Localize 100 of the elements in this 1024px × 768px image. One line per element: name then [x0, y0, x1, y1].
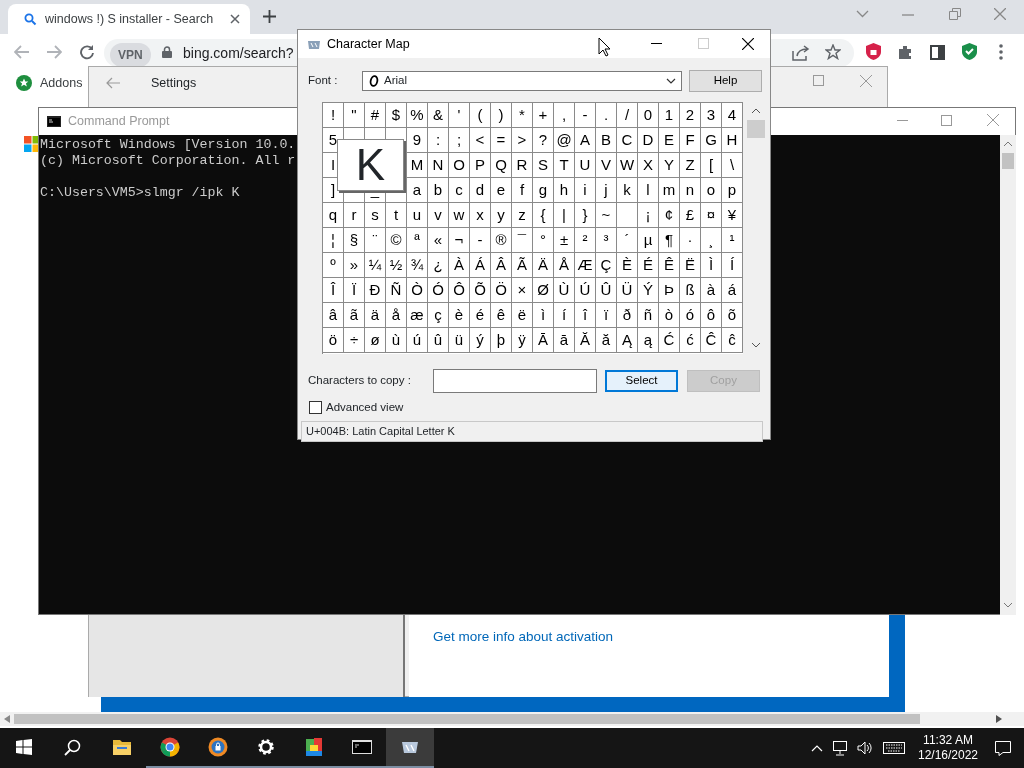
dialog-button[interactable]: Select	[605, 370, 678, 392]
char-cell[interactable]: >	[512, 128, 533, 153]
char-cell[interactable]: #	[365, 103, 386, 128]
char-cell[interactable]: /	[617, 103, 638, 128]
browser-tab[interactable]: windows !) S installer - Search	[8, 4, 250, 34]
char-cell[interactable]: N	[428, 153, 449, 178]
char-cell[interactable]: g	[533, 178, 554, 203]
char-cell[interactable]: ¶	[659, 228, 680, 253]
char-cell[interactable]: ¸	[701, 228, 722, 253]
char-cell[interactable]: Ù	[554, 278, 575, 303]
char-cell[interactable]: µ	[638, 228, 659, 253]
char-cell[interactable]: Æ	[575, 253, 596, 278]
char-cell[interactable]: S	[533, 153, 554, 178]
char-cell[interactable]: ²	[575, 228, 596, 253]
char-cell[interactable]: Ë	[680, 253, 701, 278]
char-cell[interactable]: Þ	[659, 278, 680, 303]
char-cell[interactable]: Ā	[533, 328, 554, 353]
char-cell[interactable]: \	[722, 153, 743, 178]
char-cell[interactable]: í	[554, 303, 575, 328]
char-cell[interactable]: Ì	[701, 253, 722, 278]
char-cell[interactable]: @	[554, 128, 575, 153]
scroll-up-icon[interactable]	[1004, 141, 1012, 146]
scrollbar-thumb[interactable]	[1002, 153, 1014, 169]
char-cell[interactable]	[617, 203, 638, 228]
char-cell[interactable]: y	[491, 203, 512, 228]
char-cell[interactable]: q	[323, 203, 344, 228]
char-cell[interactable]: Ø	[533, 278, 554, 303]
vertical-scrollbar[interactable]	[1000, 135, 1016, 615]
character-map-icon[interactable]	[386, 728, 434, 768]
char-cell[interactable]: È	[617, 253, 638, 278]
char-cell[interactable]: :	[428, 128, 449, 153]
scroll-right-icon[interactable]	[996, 715, 1002, 723]
char-cell[interactable]: D	[638, 128, 659, 153]
char-cell[interactable]: À	[449, 253, 470, 278]
char-cell[interactable]: Ü	[617, 278, 638, 303]
char-cell[interactable]: n	[680, 178, 701, 203]
char-cell[interactable]: )	[491, 103, 512, 128]
char-cell[interactable]: ö	[323, 328, 344, 353]
checkbox[interactable]	[309, 401, 322, 415]
char-cell[interactable]: ,	[554, 103, 575, 128]
char-cell[interactable]: »	[344, 253, 365, 278]
shield-icon[interactable]	[866, 43, 881, 60]
char-cell[interactable]: Ç	[596, 253, 617, 278]
char-cell[interactable]: }	[575, 203, 596, 228]
char-cell[interactable]: t	[386, 203, 407, 228]
char-cell[interactable]: à	[701, 278, 722, 303]
char-cell[interactable]: û	[428, 328, 449, 353]
char-cell[interactable]: Ý	[638, 278, 659, 303]
char-cell[interactable]: *	[512, 103, 533, 128]
char-cell[interactable]: Ą	[617, 328, 638, 353]
char-cell[interactable]: ā	[554, 328, 575, 353]
char-cell[interactable]: ª	[407, 228, 428, 253]
activation-link[interactable]: Get more info about activation	[433, 627, 614, 648]
char-cell[interactable]: ĉ	[722, 328, 743, 353]
horizontal-scrollbar[interactable]	[0, 712, 1024, 726]
char-cell[interactable]: H	[722, 128, 743, 153]
char-cell[interactable]: ±	[554, 228, 575, 253]
restore-icon[interactable]	[949, 8, 961, 20]
char-cell[interactable]: T	[554, 153, 575, 178]
char-cell[interactable]: -	[575, 103, 596, 128]
clock-time[interactable]: 11:32 AM	[913, 733, 983, 748]
char-cell[interactable]: ¢	[659, 203, 680, 228]
char-cell[interactable]: º	[323, 253, 344, 278]
char-cell[interactable]: Í	[722, 253, 743, 278]
char-cell[interactable]: ê	[491, 303, 512, 328]
char-cell[interactable]: ą	[638, 328, 659, 353]
char-cell[interactable]: f	[512, 178, 533, 203]
char-cell[interactable]: O	[449, 153, 470, 178]
char-cell[interactable]: R	[512, 153, 533, 178]
char-cell[interactable]: e	[491, 178, 512, 203]
reload-icon[interactable]	[79, 44, 95, 60]
scroll-down-icon[interactable]	[1004, 603, 1012, 608]
char-cell[interactable]: þ	[491, 328, 512, 353]
char-cell[interactable]: B	[596, 128, 617, 153]
char-cell[interactable]: ©	[386, 228, 407, 253]
char-cell[interactable]: =	[491, 128, 512, 153]
char-cell[interactable]: ô	[701, 303, 722, 328]
char-cell[interactable]: !	[323, 103, 344, 128]
char-cell[interactable]: ë	[512, 303, 533, 328]
close-icon[interactable]	[230, 14, 240, 24]
char-cell[interactable]: î	[575, 303, 596, 328]
char-cell[interactable]: {	[533, 203, 554, 228]
char-cell[interactable]: Ä	[533, 253, 554, 278]
char-cell[interactable]: ß	[680, 278, 701, 303]
char-cell[interactable]: ¬	[449, 228, 470, 253]
char-cell[interactable]: §	[344, 228, 365, 253]
keyboard-icon[interactable]	[883, 742, 905, 754]
char-cell[interactable]: ¦	[323, 228, 344, 253]
char-cell[interactable]: m	[659, 178, 680, 203]
char-cell[interactable]: .	[596, 103, 617, 128]
new-tab-icon[interactable]	[263, 10, 276, 23]
puzzle-icon[interactable]	[897, 44, 913, 60]
char-cell[interactable]: |	[554, 203, 575, 228]
char-cell[interactable]: ă	[596, 328, 617, 353]
char-cell[interactable]: Ö	[491, 278, 512, 303]
char-cell[interactable]: w	[449, 203, 470, 228]
char-cell[interactable]: "	[344, 103, 365, 128]
network-icon[interactable]	[833, 740, 849, 756]
char-cell[interactable]: Î	[323, 278, 344, 303]
char-cell[interactable]: ³	[596, 228, 617, 253]
